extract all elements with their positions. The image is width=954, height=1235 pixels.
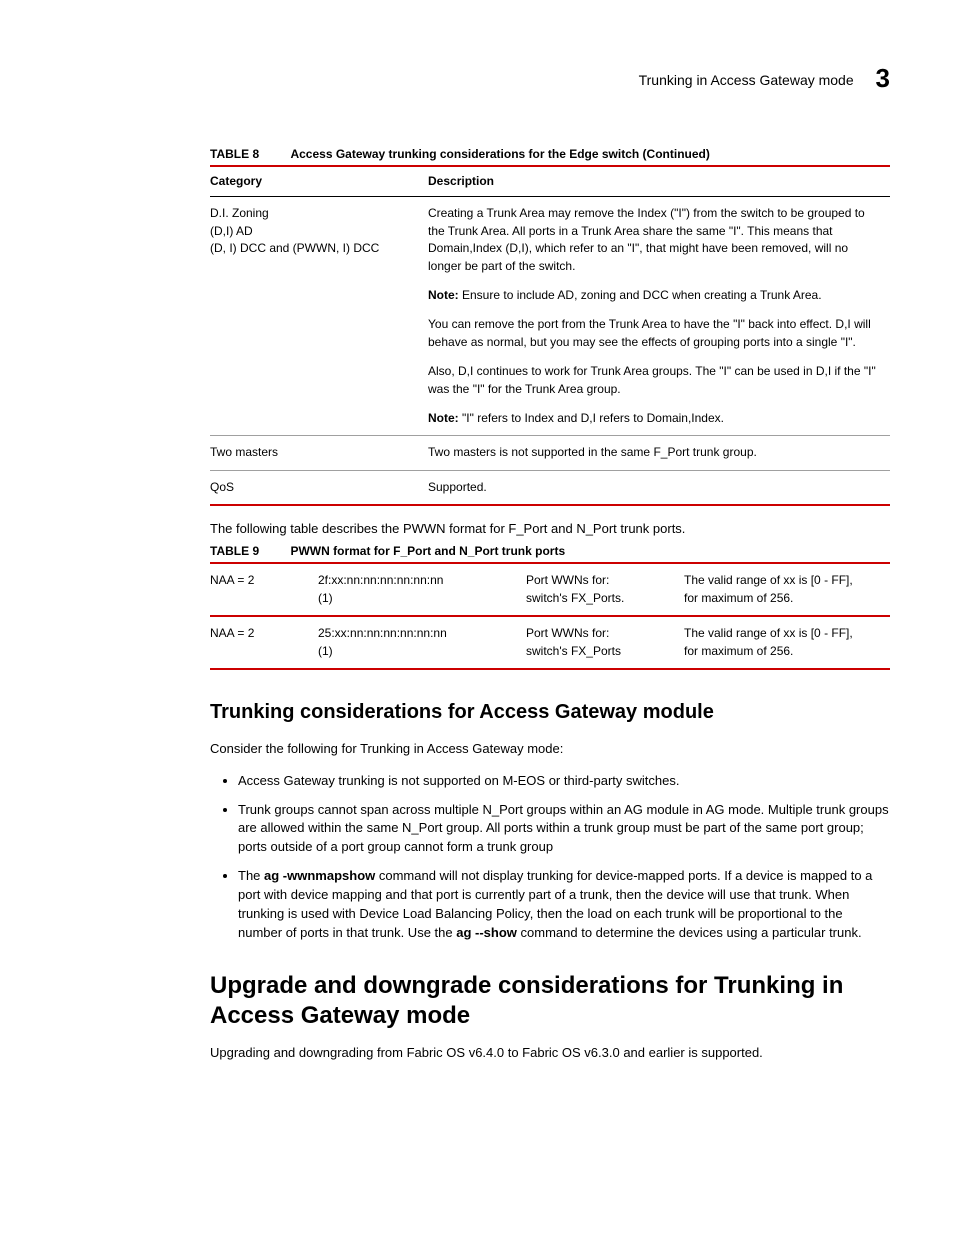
page-container: Trunking in Access Gateway mode 3 TABLE … — [210, 60, 890, 1062]
command-name: ag --show — [456, 925, 517, 940]
cell-line: for maximum of 256. — [684, 590, 882, 607]
cell-line: 2f:xx:nn:nn:nn:nn:nn:nn — [318, 572, 518, 589]
section1-intro: Consider the following for Trunking in A… — [210, 740, 890, 759]
cell: NAA = 2 — [210, 563, 318, 616]
description-cell: Supported. — [428, 470, 890, 505]
table-row: NAA = 2 2f:xx:nn:nn:nn:nn:nn:nn (1) Port… — [210, 563, 890, 616]
list-item: Access Gateway trunking is not supported… — [238, 772, 890, 791]
desc-para: You can remove the port from the Trunk A… — [428, 316, 882, 351]
cell: The valid range of xx is [0 - FF], for m… — [684, 616, 890, 669]
cell-line: (1) — [318, 590, 518, 607]
cell: 25:xx:nn:nn:nn:nn:nn:nn (1) — [318, 616, 526, 669]
section2-heading: Upgrade and downgrade considerations for… — [210, 971, 890, 1031]
cell-line: (1) — [318, 643, 518, 660]
list-item: The ag -wwnmapshow command will not disp… — [238, 867, 890, 942]
table9-lead: The following table describes the PWWN f… — [210, 520, 890, 539]
cell: NAA = 2 — [210, 616, 318, 669]
table-row: QoS Supported. — [210, 470, 890, 505]
note-text: "I" refers to Index and D,I refers to Do… — [459, 411, 724, 425]
desc-note: Note: Ensure to include AD, zoning and D… — [428, 287, 882, 304]
command-name: ag -wwnmapshow — [264, 868, 375, 883]
table8-caption: TABLE 8 Access Gateway trunking consider… — [210, 146, 890, 163]
cat-line: (D,I) AD — [210, 223, 420, 240]
cell-line: The valid range of xx is [0 - FF], — [684, 572, 882, 589]
table9: NAA = 2 2f:xx:nn:nn:nn:nn:nn:nn (1) Port… — [210, 562, 890, 670]
table8: Category Description D.I. Zoning (D,I) A… — [210, 165, 890, 506]
note-text: Ensure to include AD, zoning and DCC whe… — [459, 288, 822, 302]
description-cell: Creating a Trunk Area may remove the Ind… — [428, 197, 890, 436]
description-cell: Two masters is not supported in the same… — [428, 436, 890, 470]
cell: The valid range of xx is [0 - FF], for m… — [684, 563, 890, 616]
cell-line: for maximum of 256. — [684, 643, 882, 660]
cell-line: switch's FX_Ports — [526, 643, 676, 660]
cell-line: 25:xx:nn:nn:nn:nn:nn:nn — [318, 625, 518, 642]
section2-para: Upgrading and downgrading from Fabric OS… — [210, 1044, 890, 1063]
running-title: Trunking in Access Gateway mode — [639, 72, 854, 88]
table-row: D.I. Zoning (D,I) AD (D, I) DCC and (PWW… — [210, 197, 890, 436]
cell: 2f:xx:nn:nn:nn:nn:nn:nn (1) — [318, 563, 526, 616]
cat-line: D.I. Zoning — [210, 205, 420, 222]
table9-caption: TABLE 9 PWWN format for F_Port and N_Por… — [210, 543, 890, 560]
cell-line: Port WWNs for: — [526, 625, 676, 642]
cell-line: switch's FX_Ports. — [526, 590, 676, 607]
category-cell: QoS — [210, 470, 428, 505]
cell: Port WWNs for: switch's FX_Ports. — [526, 563, 684, 616]
desc-para: Also, D,I continues to work for Trunk Ar… — [428, 363, 882, 398]
cell-line: Port WWNs for: — [526, 572, 676, 589]
table8-title: Access Gateway trunking considerations f… — [290, 147, 709, 161]
text-run: The — [238, 868, 264, 883]
note-lead: Note: — [428, 288, 459, 302]
table8-col2: Description — [428, 166, 890, 197]
note-lead: Note: — [428, 411, 459, 425]
table-row: Two masters Two masters is not supported… — [210, 436, 890, 470]
table-row: NAA = 2 25:xx:nn:nn:nn:nn:nn:nn (1) Port… — [210, 616, 890, 669]
text-run: command to determine the devices using a… — [517, 925, 862, 940]
section1-heading: Trunking considerations for Access Gatew… — [210, 698, 890, 727]
chapter-number: 3 — [876, 63, 890, 93]
cell-line: The valid range of xx is [0 - FF], — [684, 625, 882, 642]
category-cell: D.I. Zoning (D,I) AD (D, I) DCC and (PWW… — [210, 197, 428, 436]
desc-note: Note: "I" refers to Index and D,I refers… — [428, 410, 882, 427]
cell: Port WWNs for: switch's FX_Ports — [526, 616, 684, 669]
running-header: Trunking in Access Gateway mode 3 — [210, 60, 890, 98]
category-cell: Two masters — [210, 436, 428, 470]
cat-line: (D, I) DCC and (PWWN, I) DCC — [210, 240, 420, 257]
table9-title: PWWN format for F_Port and N_Port trunk … — [290, 544, 565, 558]
table8-label: TABLE 8 — [210, 147, 259, 161]
table8-col1: Category — [210, 166, 428, 197]
table9-label: TABLE 9 — [210, 544, 259, 558]
section1-list: Access Gateway trunking is not supported… — [210, 772, 890, 943]
list-item: Trunk groups cannot span across multiple… — [238, 801, 890, 858]
desc-para: Creating a Trunk Area may remove the Ind… — [428, 205, 882, 275]
